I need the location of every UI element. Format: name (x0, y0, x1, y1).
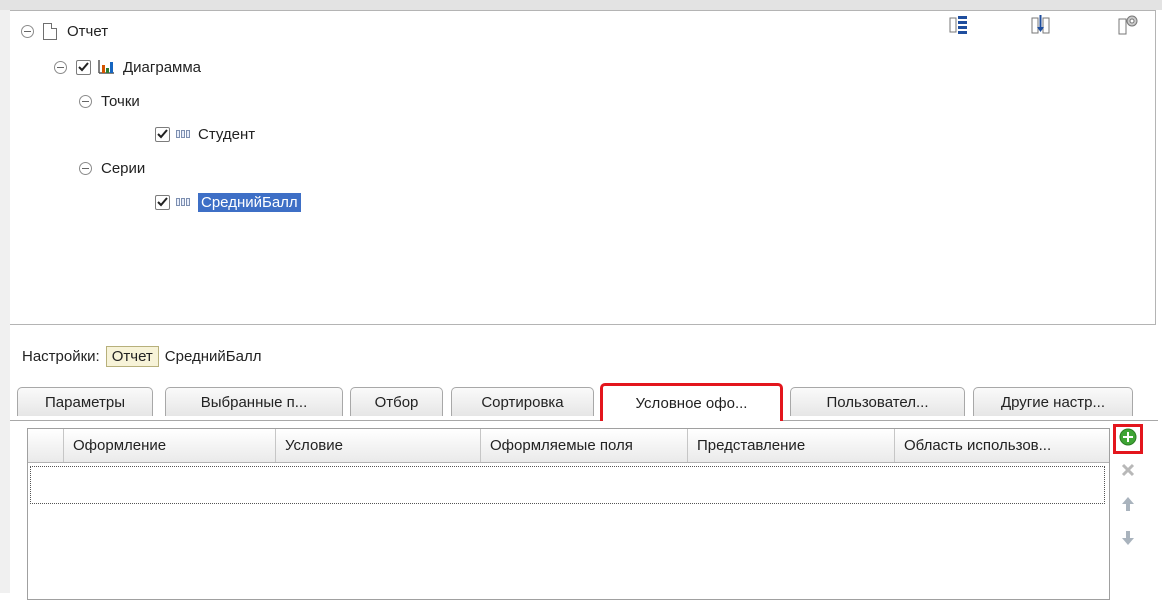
add-button[interactable] (1113, 424, 1143, 454)
tree-node-student[interactable]: Студент (155, 123, 255, 145)
settings-tabs: Параметры Выбранные п... Отбор Сортировк… (10, 383, 1160, 421)
table-header: Оформление Условие Оформляемые поля Пред… (28, 429, 1109, 463)
left-border (0, 10, 10, 593)
tab-selected-fields[interactable]: Выбранные п... (165, 387, 343, 416)
settings-icon[interactable] (1117, 14, 1139, 40)
tree-node-label: Точки (101, 92, 140, 110)
tree-node-report[interactable]: Отчет (21, 20, 108, 42)
document-icon (43, 22, 57, 40)
move-up-button[interactable] (1113, 491, 1143, 521)
column-header[interactable]: Условие (276, 429, 481, 462)
settings-label: Настройки: (22, 348, 100, 365)
tree-node-label: Диаграмма (123, 58, 202, 76)
settings-breadcrumb: Настройки: Отчет СреднийБалл (22, 346, 261, 367)
tab-conditional-formatting[interactable]: Условное офо... (600, 383, 783, 421)
delete-icon (1121, 463, 1135, 481)
tree-node-label: Серии (101, 159, 146, 177)
tree-node-label: Отчет (67, 22, 109, 40)
column-header[interactable]: Область использов... (895, 429, 1107, 462)
group-add-icon[interactable] (948, 14, 970, 40)
tree-node-chart[interactable]: Диаграмма (54, 56, 201, 78)
collapse-icon[interactable] (21, 24, 34, 38)
column-header[interactable]: Оформляемые поля (481, 429, 688, 462)
tab-parameters[interactable]: Параметры (17, 387, 153, 416)
field-icon (176, 198, 190, 206)
header-marker-column (28, 429, 64, 462)
collapse-icon[interactable] (54, 60, 67, 74)
field-icon (176, 130, 190, 138)
breadcrumb-item[interactable]: СреднийБалл (165, 348, 262, 365)
tab-filter[interactable]: Отбор (350, 387, 443, 416)
tree-node-series[interactable]: Серии (79, 157, 145, 179)
breadcrumb-report[interactable]: Отчет (105, 346, 159, 367)
field-insert-icon[interactable] (1030, 14, 1052, 40)
table-row[interactable] (30, 466, 1105, 504)
tab-sorting[interactable]: Сортировка (451, 387, 594, 416)
tree-node-points[interactable]: Точки (79, 90, 140, 112)
tab-other-settings[interactable]: Другие настр... (973, 387, 1133, 416)
conditional-formatting-table[interactable]: Оформление Условие Оформляемые поля Пред… (27, 428, 1110, 600)
tree-node-label-selected: СреднийБалл (198, 192, 301, 212)
column-header[interactable]: Оформление (64, 429, 276, 462)
top-border (0, 0, 1162, 10)
tab-user-fields[interactable]: Пользовател... (790, 387, 965, 416)
tab-baseline (10, 420, 1158, 421)
move-down-icon (1121, 530, 1135, 550)
delete-button[interactable] (1113, 457, 1143, 487)
move-up-icon (1121, 496, 1135, 516)
structure-tree[interactable]: Отчет Диаграмма Точки Студент Серии Сред… (10, 10, 1156, 325)
tree-node-avg-score[interactable]: СреднийБалл (155, 191, 301, 213)
chart-icon (98, 60, 114, 74)
column-header[interactable]: Представление (688, 429, 895, 462)
collapse-icon[interactable] (79, 94, 92, 108)
add-icon (1119, 428, 1137, 450)
checkbox[interactable] (155, 194, 170, 210)
collapse-icon[interactable] (79, 161, 92, 175)
tree-node-label: Студент (198, 125, 256, 143)
checkbox[interactable] (76, 59, 91, 75)
checkbox[interactable] (155, 126, 170, 142)
move-down-button[interactable] (1113, 525, 1143, 555)
